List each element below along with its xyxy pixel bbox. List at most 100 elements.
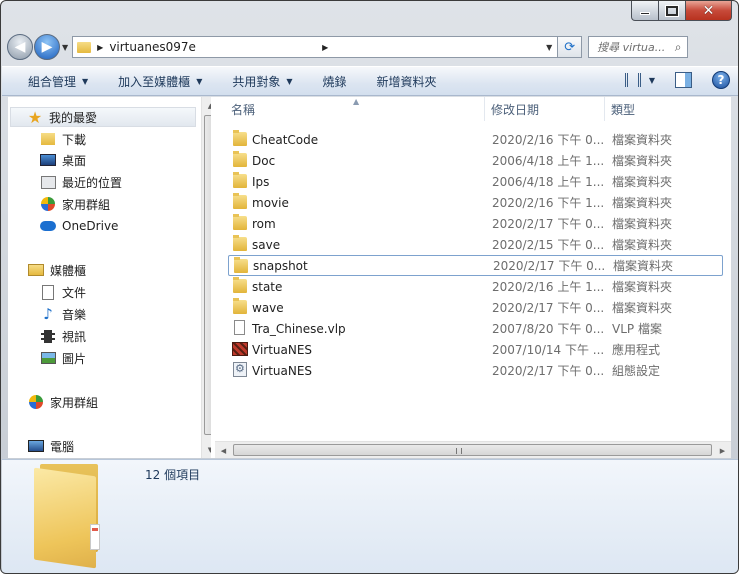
help-icon[interactable]: ? bbox=[712, 71, 730, 89]
breadcrumb-chevron-icon[interactable]: ▶ bbox=[97, 43, 103, 52]
nav-item-favorites[interactable]: ★ 我的最愛 bbox=[10, 107, 196, 127]
nav-item-computer[interactable]: 電腦 bbox=[28, 436, 74, 456]
file-list-hscrollbar[interactable]: ◀ ▶ bbox=[215, 441, 731, 458]
column-name[interactable]: 名稱 bbox=[225, 97, 485, 121]
scroll-left-icon[interactable]: ◀ bbox=[215, 442, 232, 459]
nav-item-downloads[interactable]: 下載 bbox=[40, 129, 86, 149]
close-button[interactable]: ✕ bbox=[686, 1, 732, 21]
column-date[interactable]: 修改日期 bbox=[485, 97, 605, 121]
table-row[interactable]: wave 2020/2/17 下午 0... 檔案資料夾 bbox=[228, 297, 723, 318]
details-pane: 12 個項目 bbox=[2, 459, 738, 573]
search-input[interactable]: 搜尋 virtua... ⌕ bbox=[588, 36, 689, 58]
preview-pane-icon[interactable] bbox=[675, 72, 692, 88]
table-row[interactable]: rom 2020/2/17 下午 0... 檔案資料夾 bbox=[228, 213, 723, 234]
minimize-button[interactable] bbox=[631, 1, 659, 21]
folder-icon bbox=[233, 298, 247, 314]
address-dropdown-icon[interactable]: ▼ bbox=[541, 43, 557, 52]
folder-icon bbox=[233, 193, 247, 209]
file-date: 2006/4/18 上午 1... bbox=[492, 154, 605, 168]
file-name: Tra_Chinese.vlp bbox=[252, 321, 346, 336]
view-dropdown-icon[interactable]: ▼ bbox=[649, 76, 655, 85]
nav-scrollbar[interactable]: ▲ ▼ bbox=[201, 97, 211, 458]
folder-icon bbox=[234, 257, 248, 273]
close-icon: ✕ bbox=[702, 2, 715, 19]
downloads-icon bbox=[40, 131, 56, 147]
chevron-down-icon: ▼ bbox=[82, 76, 89, 86]
folder-icon bbox=[233, 130, 247, 146]
file-name: snapshot bbox=[253, 258, 308, 273]
file-name: Ips bbox=[252, 174, 270, 189]
nav-item-onedrive[interactable]: OneDrive bbox=[40, 216, 118, 236]
table-row[interactable]: movie 2020/2/16 下午 1... 檔案資料夾 bbox=[228, 192, 723, 213]
burn-button[interactable]: 燒錄 bbox=[323, 73, 347, 90]
new-folder-button[interactable]: 新增資料夾 bbox=[377, 73, 437, 90]
chevron-down-icon: ▼ bbox=[196, 76, 203, 86]
folder-icon bbox=[233, 214, 247, 230]
forward-button[interactable]: ▶ bbox=[34, 34, 60, 60]
change-view-icon[interactable] bbox=[624, 73, 641, 87]
nav-item-videos[interactable]: 視訊 bbox=[40, 326, 86, 346]
file-date: 2020/2/17 下午 0... bbox=[492, 301, 605, 315]
column-name-label: 名稱 bbox=[231, 102, 256, 117]
table-row[interactable]: state 2020/2/16 上午 1... 檔案資料夾 bbox=[228, 276, 723, 297]
back-arrow-icon: ◀ bbox=[14, 39, 26, 55]
item-count: 12 個項目 bbox=[145, 468, 201, 482]
table-row[interactable]: Tra_Chinese.vlp 2007/8/20 下午 0... VLP 檔案 bbox=[228, 318, 723, 339]
file-icon bbox=[234, 320, 245, 335]
scrollbar-thumb[interactable] bbox=[233, 444, 712, 456]
organize-button[interactable]: 組合管理 ▼ bbox=[28, 73, 88, 90]
file-type: 組態設定 bbox=[612, 364, 661, 378]
scroll-right-icon[interactable]: ▶ bbox=[714, 442, 731, 459]
scroll-down-icon[interactable]: ▼ bbox=[202, 441, 211, 458]
nav-item-recent-places[interactable]: 最近的位置 bbox=[40, 172, 122, 192]
search-icon[interactable]: ⌕ bbox=[669, 40, 687, 55]
scrollbar-thumb[interactable] bbox=[204, 115, 211, 435]
nav-item-desktop[interactable]: 桌面 bbox=[40, 150, 86, 170]
table-row[interactable]: VirtuaNES 2007/10/14 下午 ... 應用程式 bbox=[228, 339, 723, 360]
table-row-focused[interactable]: snapshot 2020/2/17 下午 0... 檔案資料夾 bbox=[228, 255, 723, 276]
file-type: 檔案資料夾 bbox=[612, 175, 673, 189]
nav-item-homegroup[interactable]: 家用群組 bbox=[28, 392, 98, 412]
file-type: 檔案資料夾 bbox=[613, 259, 674, 273]
search-placeholder: 搜尋 virtua... bbox=[597, 41, 666, 54]
refresh-icon: ⟳ bbox=[564, 39, 576, 55]
folder-icon bbox=[233, 235, 247, 251]
include-in-library-button[interactable]: 加入至媒體櫃 ▼ bbox=[118, 73, 202, 90]
scroll-up-icon[interactable]: ▲ bbox=[202, 97, 211, 114]
share-with-label: 共用對象 bbox=[232, 74, 281, 89]
nav-item-libraries[interactable]: 媒體櫃 bbox=[28, 260, 86, 280]
table-row[interactable]: VirtuaNES 2020/2/17 下午 0... 組態設定 bbox=[228, 360, 723, 381]
breadcrumb-path[interactable]: virtuanes097e bbox=[109, 40, 316, 54]
file-type: 應用程式 bbox=[612, 343, 661, 357]
minimize-icon bbox=[640, 12, 650, 15]
nav-item-homegroup-fav[interactable]: 家用群組 bbox=[40, 194, 110, 214]
nav-item-documents[interactable]: 文件 bbox=[40, 282, 86, 302]
nav-label: 家用群組 bbox=[50, 395, 99, 410]
organize-label: 組合管理 bbox=[28, 74, 77, 89]
recent-pages-dropdown[interactable]: ▼ bbox=[62, 43, 68, 52]
maximize-button[interactable] bbox=[659, 1, 686, 21]
caption-buttons: ✕ bbox=[631, 1, 732, 21]
file-name: Doc bbox=[252, 153, 276, 168]
address-bar[interactable]: ▶ virtuanes097e ▶ ▼ bbox=[72, 36, 559, 58]
breadcrumb-chevron-icon[interactable]: ▶ bbox=[322, 43, 328, 52]
table-row[interactable]: Ips 2006/4/18 上午 1... 檔案資料夾 bbox=[228, 171, 723, 192]
table-row[interactable]: save 2020/2/15 下午 0... 檔案資料夾 bbox=[228, 234, 723, 255]
column-header: ▲ 名稱 修改日期 類型 bbox=[215, 97, 731, 121]
nav-label: 文件 bbox=[62, 285, 87, 300]
file-name: rom bbox=[252, 216, 276, 231]
file-date: 2020/2/16 下午 1... bbox=[492, 196, 605, 210]
nav-item-pictures[interactable]: 圖片 bbox=[40, 348, 86, 368]
back-button[interactable]: ◀ bbox=[7, 34, 33, 60]
nav-label: 視訊 bbox=[62, 329, 87, 344]
share-with-button[interactable]: 共用對象 ▼ bbox=[232, 73, 292, 90]
column-type[interactable]: 類型 bbox=[605, 97, 731, 121]
file-name: movie bbox=[252, 195, 289, 210]
folder-icon bbox=[233, 172, 247, 188]
table-row[interactable]: Doc 2006/4/18 上午 1... 檔案資料夾 bbox=[228, 150, 723, 171]
table-row[interactable]: CheatCode 2020/2/16 下午 0... 檔案資料夾 bbox=[228, 129, 723, 150]
desktop-icon bbox=[40, 152, 56, 168]
nav-label: 最近的位置 bbox=[62, 175, 123, 190]
nav-item-music[interactable]: ♪ 音樂 bbox=[40, 304, 86, 324]
refresh-button[interactable]: ⟳ bbox=[558, 36, 583, 58]
